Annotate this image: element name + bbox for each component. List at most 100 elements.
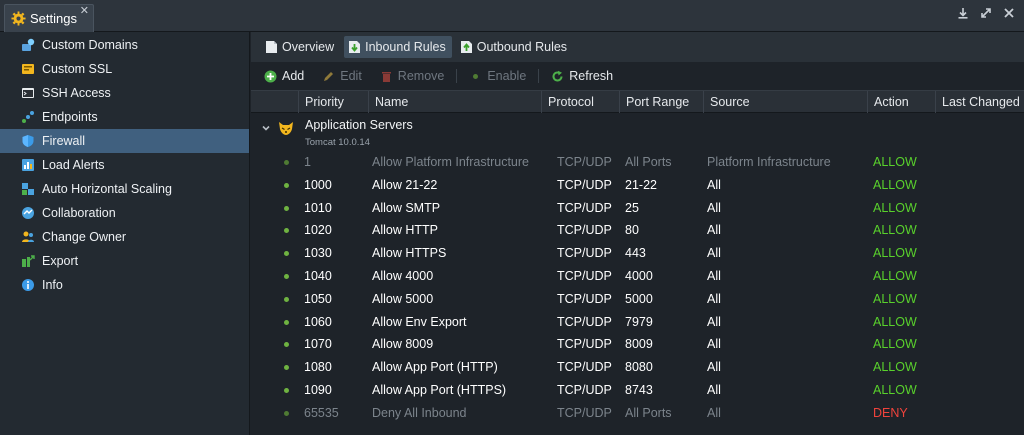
cell-source: All (707, 382, 721, 397)
table-row[interactable]: 1050 Allow 5000 TCP/UDP 5000 All ALLOW (251, 288, 1024, 311)
refresh-icon (551, 70, 564, 83)
window-actions (956, 6, 1016, 20)
cell-action: ALLOW (873, 155, 917, 169)
cell-priority: 1090 (304, 382, 332, 397)
rules-table-body: 1 Allow Platform Infrastructure TCP/UDP All… (251, 151, 1024, 425)
table-row[interactable]: 1090 Allow App Port (HTTPS) TCP/UDP 8743 All… (251, 379, 1024, 402)
add-button[interactable]: Add (264, 69, 304, 83)
tab-overview[interactable]: Overview (261, 36, 340, 58)
cell-name: Allow HTTP (372, 223, 438, 238)
column-header-priority[interactable]: Priority (298, 91, 368, 113)
group-name: Application Servers (305, 118, 413, 132)
change-owner-icon (21, 230, 35, 244)
column-header-source[interactable]: Source (703, 91, 867, 113)
group-application-servers[interactable]: Application Servers Tomcat 10.0.14 (251, 113, 1024, 151)
cell-priority: 1000 (304, 177, 332, 192)
cell-protocol: TCP/UDP (557, 155, 612, 169)
sidebar-item-load-alerts[interactable]: Load Alerts (0, 153, 249, 177)
cell-ports: 21-22 (625, 177, 657, 192)
sidebar-item-change-owner[interactable]: Change Owner (0, 225, 249, 249)
sidebar-item-label: Custom Domains (42, 38, 138, 52)
table-row[interactable]: 1070 Allow 8009 TCP/UDP 8009 All ALLOW (251, 333, 1024, 356)
add-icon (264, 70, 277, 83)
expand-icon[interactable] (979, 6, 993, 20)
sidebar-item-label: Auto Horizontal Scaling (42, 182, 172, 196)
table-row[interactable]: 1020 Allow HTTP TCP/UDP 80 All ALLOW (251, 219, 1024, 242)
sidebar-item-ssh-access[interactable]: SSH Access (0, 81, 249, 105)
sidebar-item-firewall[interactable]: Firewall (0, 129, 249, 153)
cell-priority: 1030 (304, 246, 332, 261)
tab-inbound-rules[interactable]: Inbound Rules (344, 36, 452, 58)
cell-name: Allow App Port (HTTPS) (372, 382, 507, 397)
sidebar-item-endpoints[interactable]: Endpoints (0, 105, 249, 129)
column-header-name[interactable]: Name (368, 91, 541, 113)
cell-action: ALLOW (873, 360, 917, 375)
sidebar-item-info[interactable]: Info (0, 273, 249, 297)
cell-protocol: TCP/UDP (557, 360, 612, 375)
info-icon (21, 278, 35, 292)
sidebar-item-custom-ssl[interactable]: Custom SSL (0, 57, 249, 81)
cell-protocol: TCP/UDP (557, 246, 612, 261)
sidebar-item-label: Firewall (42, 134, 86, 148)
edit-button[interactable]: Edit (322, 69, 362, 83)
cell-source: All (707, 268, 721, 283)
sidebar-item-collaboration[interactable]: Collaboration (0, 201, 249, 225)
cell-name: Allow App Port (HTTP) (372, 360, 498, 375)
column-header-last-changed[interactable]: Last Changed (935, 91, 1024, 113)
sidebar-item-auto-horizontal-scaling[interactable]: Auto Horizontal Scaling (0, 177, 249, 201)
close-tab-icon[interactable]: ✕ (80, 6, 89, 17)
cell-source: All (707, 200, 721, 215)
cell-name: Deny All Inbound (372, 405, 467, 420)
cell-action: ALLOW (873, 200, 917, 215)
cell-protocol: TCP/UDP (557, 314, 612, 329)
rules-table-header: Priority Name Protocol Port Range Source… (251, 90, 1024, 113)
chevron-down-icon[interactable] (261, 123, 271, 136)
remove-button[interactable]: Remove (380, 69, 444, 83)
cell-name: Allow Platform Infrastructure (372, 155, 529, 169)
cell-source: All (707, 246, 721, 261)
cell-priority: 65535 (304, 405, 339, 420)
close-icon[interactable] (1002, 6, 1016, 20)
cell-ports: All Ports (625, 155, 672, 169)
table-row[interactable]: 1060 Allow Env Export TCP/UDP 7979 All ALLOW (251, 311, 1024, 334)
cell-action: ALLOW (873, 314, 917, 329)
cell-priority: 1060 (304, 314, 332, 329)
column-header-action[interactable]: Action (867, 91, 935, 113)
table-row[interactable]: 1040 Allow 4000 TCP/UDP 4000 All ALLOW (251, 265, 1024, 288)
firewall-shield-icon (21, 134, 35, 148)
column-header-port-range[interactable]: Port Range (619, 91, 703, 113)
status-dot-icon (284, 387, 289, 393)
sidebar-item-custom-domains[interactable]: Custom Domains (0, 33, 249, 57)
cell-ports: 4000 (625, 268, 653, 283)
cell-priority: 1040 (304, 268, 332, 283)
sidebar-item-label: Collaboration (42, 206, 116, 220)
table-row[interactable]: 65535 Deny All Inbound TCP/UDP All Ports All… (251, 402, 1024, 425)
cell-ports: All Ports (625, 405, 672, 420)
status-dot-icon (284, 319, 289, 325)
cell-ports: 8080 (625, 360, 653, 375)
refresh-button[interactable]: Refresh (551, 69, 613, 83)
edit-label: Edit (340, 69, 362, 83)
enable-button[interactable]: Enable (469, 69, 526, 83)
domain-icon (21, 38, 35, 52)
toolbar-divider (538, 69, 540, 83)
cell-ports: 5000 (625, 291, 653, 306)
cell-source: All (707, 360, 721, 375)
table-row[interactable]: 1080 Allow App Port (HTTP) TCP/UDP 8080 All A… (251, 356, 1024, 379)
table-row[interactable]: 1010 Allow SMTP TCP/UDP 25 All ALLOW (251, 197, 1024, 220)
add-label: Add (282, 69, 305, 83)
settings-window-tab[interactable]: Settings ✕ (4, 4, 94, 32)
table-row[interactable]: 1 Allow Platform Infrastructure TCP/UDP All… (251, 151, 1024, 174)
cell-action: ALLOW (873, 291, 917, 306)
download-icon[interactable] (956, 6, 970, 20)
gear-icon (11, 11, 26, 26)
table-row[interactable]: 1000 Allow 21-22 TCP/UDP 21-22 All ALLOW (251, 174, 1024, 197)
cell-protocol: TCP/UDP (557, 291, 612, 306)
sidebar-item-label: Change Owner (42, 230, 127, 244)
status-dot-icon (284, 342, 289, 348)
refresh-label: Refresh (569, 69, 614, 83)
table-row[interactable]: 1030 Allow HTTPS TCP/UDP 443 All ALLOW (251, 242, 1024, 265)
sidebar-item-export[interactable]: Export (0, 249, 249, 273)
column-header-protocol[interactable]: Protocol (541, 91, 619, 113)
tab-outbound-rules[interactable]: Outbound Rules (456, 36, 573, 58)
